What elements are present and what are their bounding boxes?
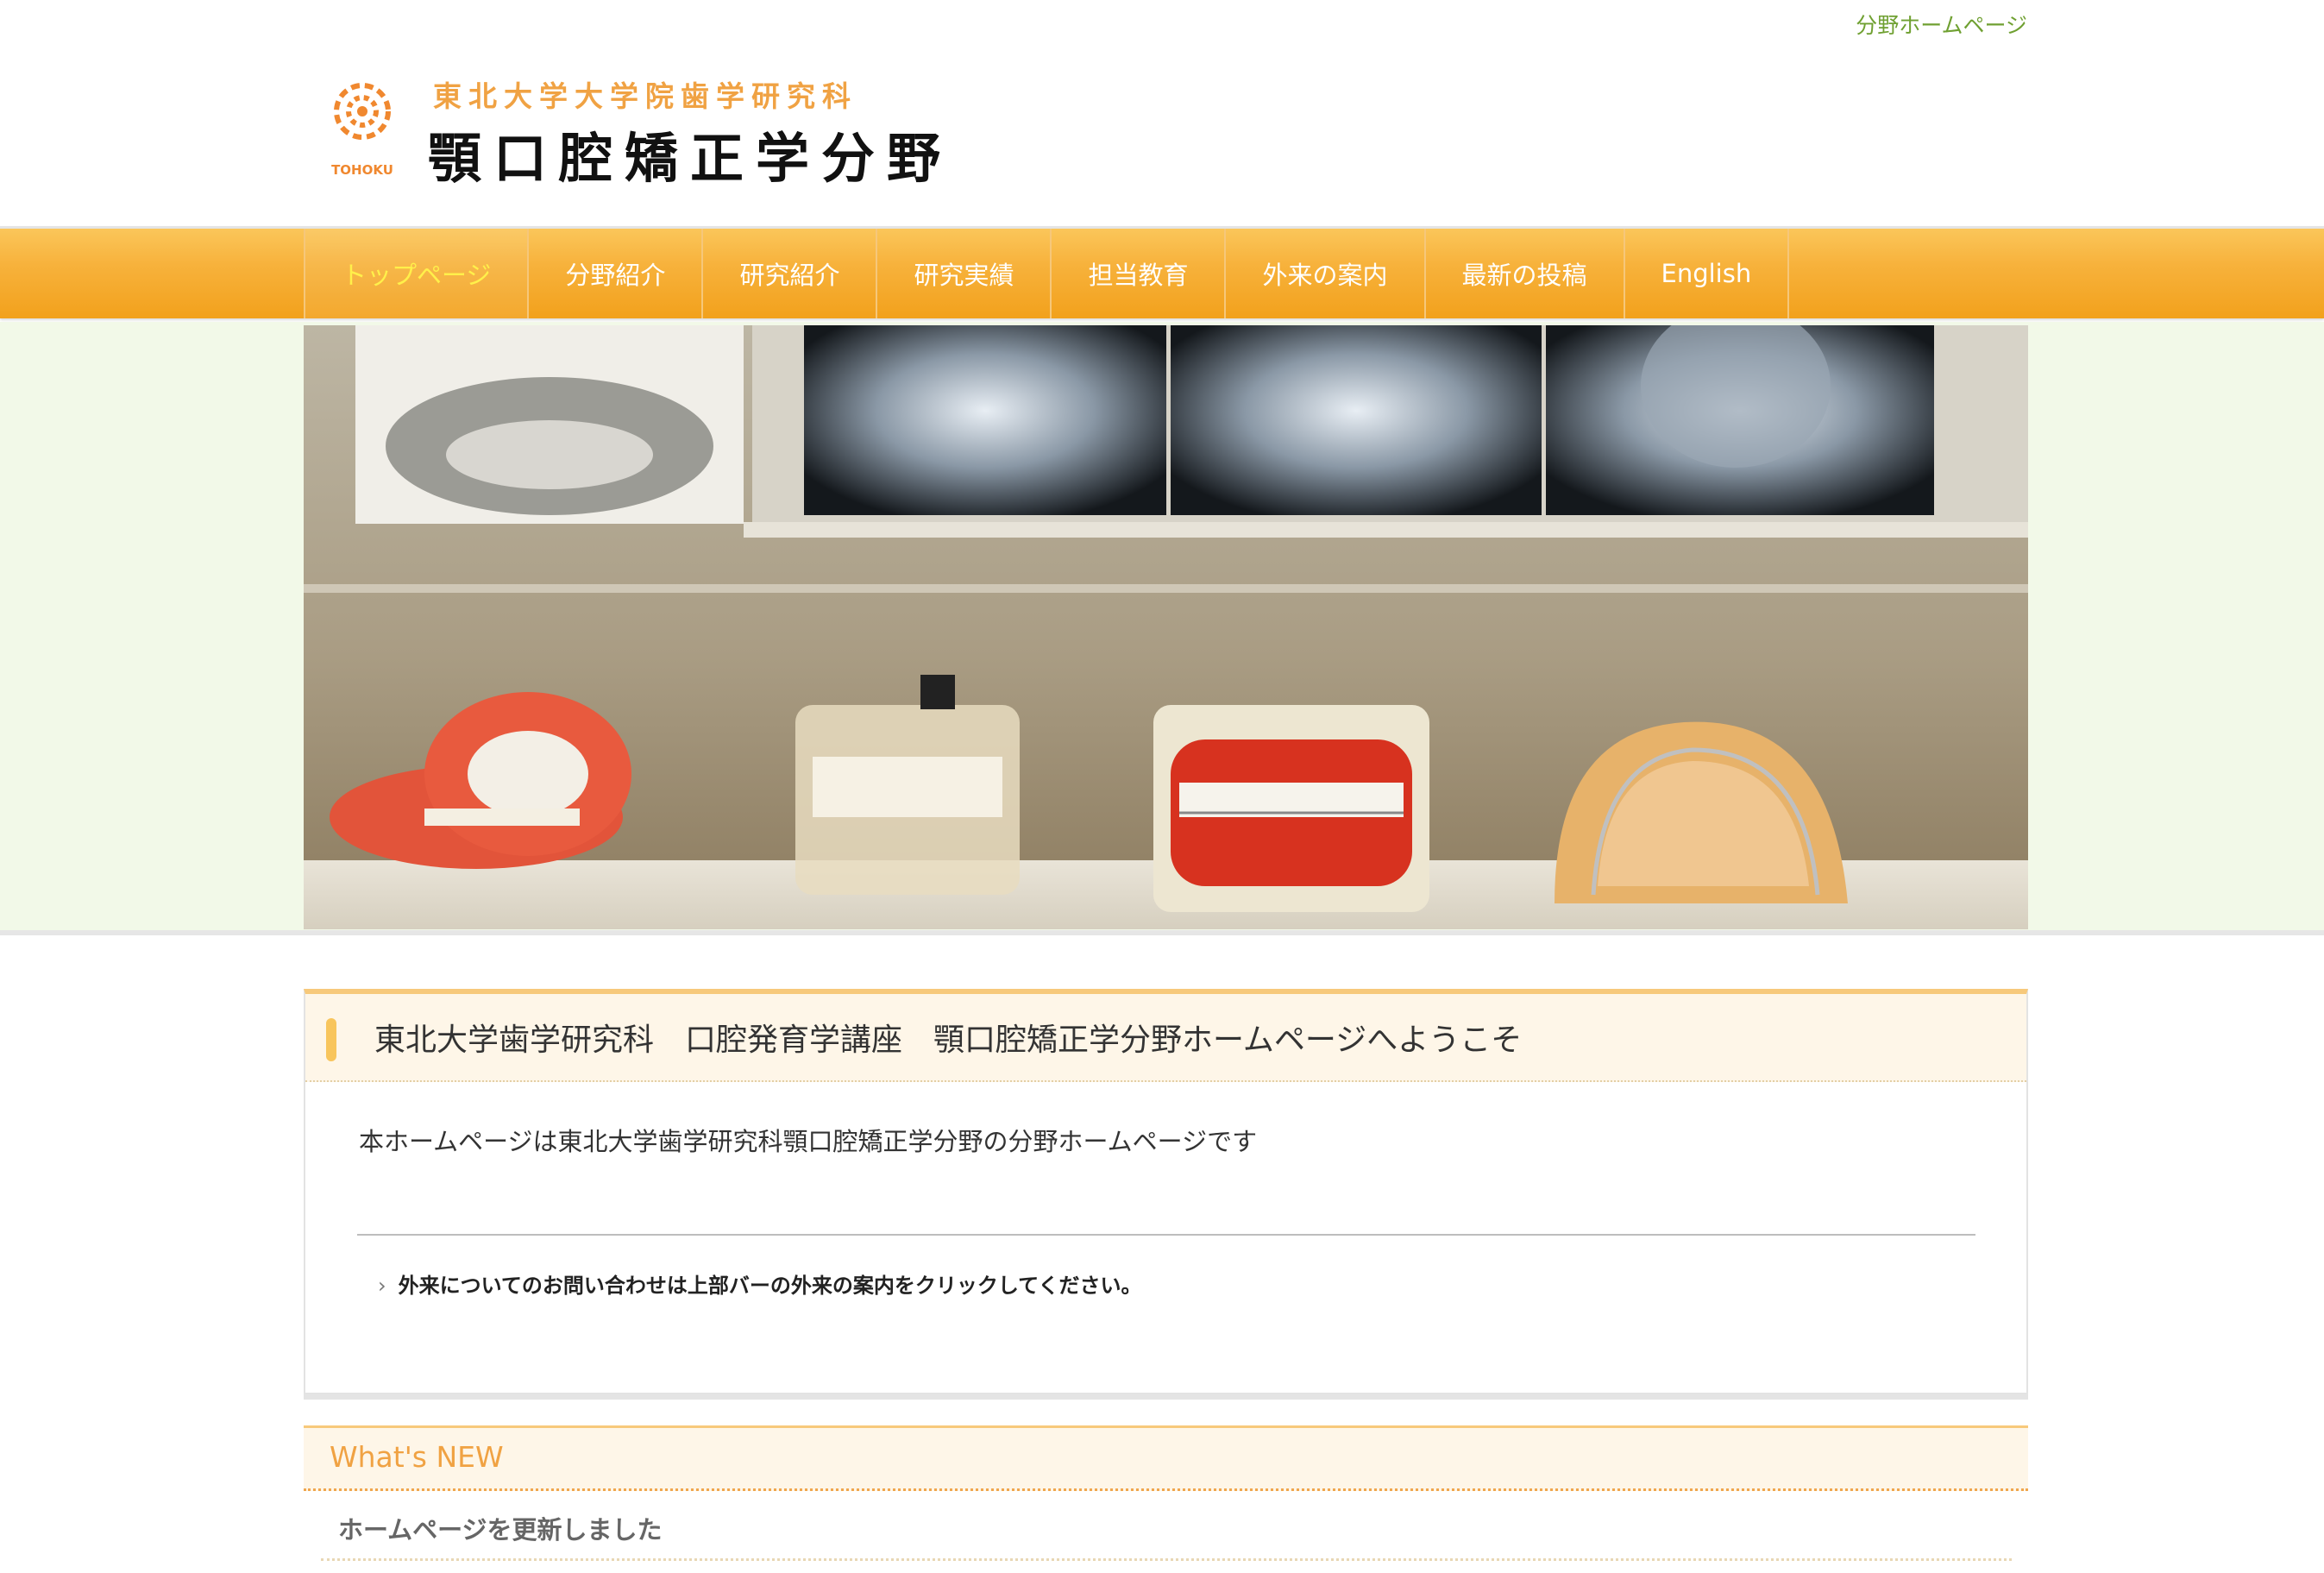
clinic-notice[interactable]: › 外来についてのお問い合わせは上部バーの外来の案内をクリックしてください。 bbox=[378, 1268, 1141, 1299]
university-seal-icon: TOHOKU bbox=[331, 83, 393, 178]
nav-item-top[interactable]: トップページ bbox=[304, 229, 530, 318]
welcome-header: 東北大学歯学研究科 口腔発育学講座 顎口腔矯正学分野ホームページへようこそ bbox=[305, 994, 2026, 1082]
news-item[interactable]: ホームページを更新しました bbox=[321, 1491, 2012, 1561]
logo-mark-text: TOHOKU bbox=[331, 162, 393, 178]
hero-image bbox=[304, 325, 2028, 929]
nav-item-about[interactable]: 分野紹介 bbox=[529, 229, 704, 318]
global-nav: トップページ 分野紹介 研究紹介 研究実績 担当教育 外来の案内 最新の投稿 E… bbox=[304, 229, 1790, 318]
nav-item-achievements[interactable]: 研究実績 bbox=[877, 229, 1052, 318]
chevron-right-icon: › bbox=[378, 1274, 386, 1298]
welcome-description: 本ホームページは東北大学歯学研究科顎口腔矯正学分野の分野ホームページです bbox=[359, 1127, 1258, 1156]
top-page-link[interactable]: 分野ホームページ bbox=[1856, 9, 2027, 40]
welcome-title: 東北大学歯学研究科 口腔発育学講座 顎口腔矯正学分野ホームページへようこそ bbox=[374, 1022, 1523, 1058]
logo-title: 顎口腔矯正学分野 bbox=[428, 127, 953, 190]
welcome-box: 東北大学歯学研究科 口腔発育学講座 顎口腔矯正学分野ホームページへようこそ 本ホ… bbox=[304, 989, 2028, 1394]
nav-item-clinic[interactable]: 外来の案内 bbox=[1226, 229, 1426, 318]
nav-item-english[interactable]: English bbox=[1625, 229, 1790, 318]
nav-item-research[interactable]: 研究紹介 bbox=[703, 229, 878, 318]
whats-new-header: What's NEW bbox=[304, 1425, 2028, 1491]
nav-item-education[interactable]: 担当教育 bbox=[1052, 229, 1227, 318]
whats-new-section: What's NEW ホームページを更新しました bbox=[304, 1425, 2028, 1561]
site-logo[interactable]: TOHOKU 東北大学大学院歯学研究科 顎口腔矯正学分野 bbox=[323, 73, 961, 190]
divider bbox=[357, 1234, 1975, 1236]
global-nav-bar: トップページ 分野紹介 研究紹介 研究実績 担当教育 外来の案内 最新の投稿 E… bbox=[0, 226, 2324, 318]
page: 分野ホームページ TOHOKU 東北大学大学院歯学研究科 顎口腔矯正学分野 トッ… bbox=[0, 0, 2324, 1573]
hero-photo-illustration bbox=[304, 325, 2028, 929]
logo-subtitle: 東北大学大学院歯学研究科 bbox=[433, 79, 857, 113]
clinic-notice-text: 外来についてのお問い合わせは上部バーの外来の案内をクリックしてください。 bbox=[398, 1274, 1142, 1298]
heading-accent-bar bbox=[326, 1018, 336, 1061]
whats-new-title: What's NEW bbox=[330, 1440, 504, 1474]
news-item-title: ホームページを更新しました bbox=[338, 1515, 663, 1545]
nav-item-latest-posts[interactable]: 最新の投稿 bbox=[1426, 229, 1625, 318]
